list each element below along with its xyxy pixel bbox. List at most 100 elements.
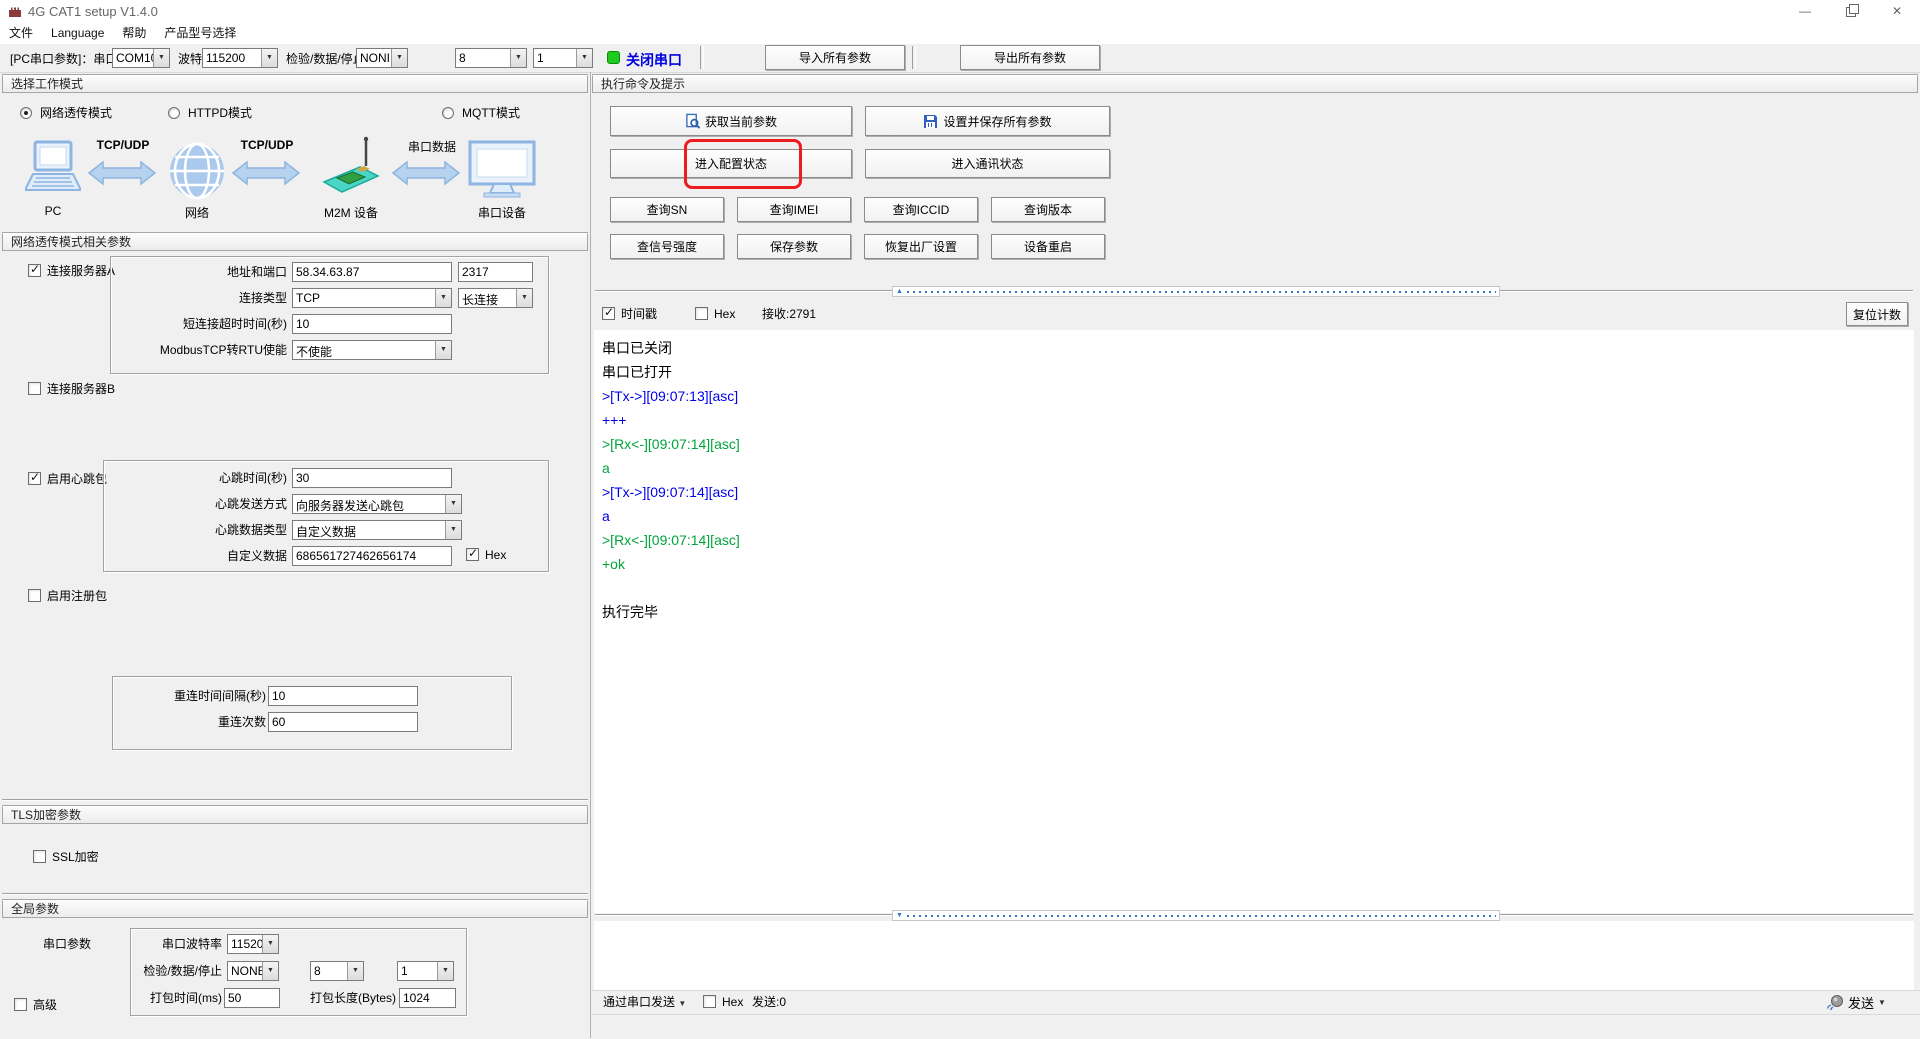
- set-save-params-label: 设置并保存所有参数: [943, 113, 1051, 130]
- stopbits-select[interactable]: 1▼: [533, 48, 593, 68]
- reset-counter-button[interactable]: 复位计数: [1846, 302, 1908, 326]
- modbus-select[interactable]: 不使能▼: [292, 340, 452, 360]
- chevron-down-icon[interactable]: ▼: [347, 962, 363, 980]
- chevron-down-icon[interactable]: ▼: [262, 962, 278, 980]
- chevron-down-icon[interactable]: ▼: [435, 341, 451, 359]
- menu-item[interactable]: 帮助: [122, 22, 146, 44]
- pack-time-input[interactable]: [224, 988, 280, 1008]
- advanced-checkbox[interactable]: [14, 998, 27, 1011]
- server-b-checkbox[interactable]: [28, 382, 41, 395]
- hb-data-type-select[interactable]: 自定义数据▼: [292, 520, 462, 540]
- chevron-down-icon[interactable]: ▼: [391, 49, 407, 67]
- chevron-down-icon[interactable]: ▼: [153, 49, 169, 67]
- query-button-2[interactable]: 查询IMEI: [737, 197, 851, 222]
- radio-httpd[interactable]: [168, 107, 180, 119]
- action-button-2[interactable]: 保存参数: [737, 234, 851, 259]
- baud-select[interactable]: 115200▼: [202, 48, 278, 68]
- g-parity-select[interactable]: NONE▼: [227, 961, 279, 981]
- conn-type-select[interactable]: TCP▼: [292, 288, 452, 308]
- recv-counter: 接收:2791: [762, 304, 816, 324]
- set-save-params-button[interactable]: 设置并保存所有参数: [865, 106, 1110, 136]
- splitter-up-arrow-icon: ▲: [896, 288, 903, 296]
- log-splitter-handle[interactable]: ▲: [892, 286, 1500, 297]
- g-databits-select[interactable]: 8▼: [310, 961, 364, 981]
- command-panel-header: 执行命令及提示: [592, 75, 1918, 93]
- send-hex-checkbox[interactable]: [703, 995, 716, 1008]
- menu-item[interactable]: 产品型号选择: [164, 22, 236, 44]
- hb-send-mode-select[interactable]: 向服务器发送心跳包▼: [292, 494, 462, 514]
- chevron-down-icon[interactable]: ▼: [262, 935, 278, 953]
- chevron-down-icon[interactable]: ▼: [261, 49, 277, 67]
- com-port-select[interactable]: COM10▼: [112, 48, 170, 68]
- import-params-button[interactable]: 导入所有参数: [765, 45, 905, 70]
- server-a-checkbox[interactable]: [28, 264, 41, 277]
- query-button-1[interactable]: 查询SN: [610, 197, 724, 222]
- radio-net-transparent[interactable]: [20, 107, 32, 119]
- g-baud-select[interactable]: 115200▼: [227, 934, 279, 954]
- log-area[interactable]: 串口已关闭串口已打开>[Tx->][09:07:13][asc]+++>[Rx<…: [594, 330, 1914, 913]
- conn-type-label: 连接类型: [115, 288, 287, 308]
- section-groove: [2, 799, 588, 801]
- short-timeout-input[interactable]: [292, 314, 452, 334]
- send-splitter-handle[interactable]: ▼: [892, 910, 1500, 921]
- app-window: 4G CAT1 setup V1.4.0 — ✕ 文件Language帮助产品型…: [0, 0, 1920, 1038]
- tls-header: TLS加密参数: [2, 806, 588, 824]
- hb-hex-checkbox[interactable]: [466, 548, 479, 561]
- chevron-down-icon[interactable]: ▼: [516, 289, 532, 307]
- diagram-node-network: 网络: [168, 204, 226, 221]
- restore-button[interactable]: [1828, 0, 1874, 22]
- send-via-serial-dropdown[interactable]: 通过串口发送 ▼: [603, 992, 686, 1014]
- log-line: a: [602, 456, 1906, 480]
- chevron-down-icon[interactable]: ▼: [435, 289, 451, 307]
- log-line: [602, 576, 1906, 600]
- query-button-3[interactable]: 查询ICCID: [864, 197, 978, 222]
- red-highlight-annotation: [684, 139, 802, 189]
- hb-time-input[interactable]: [292, 468, 452, 488]
- reconnect-interval-input[interactable]: [268, 686, 418, 706]
- timestamp-checkbox[interactable]: [602, 307, 615, 320]
- send-via-serial-label: 通过串口发送: [603, 995, 675, 1009]
- server-addr-input[interactable]: [292, 262, 452, 282]
- export-params-button[interactable]: 导出所有参数: [960, 45, 1100, 70]
- pack-len-input[interactable]: [399, 988, 456, 1008]
- sent-counter: 发送:0: [752, 992, 786, 1012]
- chevron-down-icon[interactable]: ▼: [576, 49, 592, 67]
- query-button-4[interactable]: 查询版本: [991, 197, 1105, 222]
- close-button[interactable]: ✕: [1874, 0, 1920, 22]
- splitter-down-arrow-icon: ▼: [896, 912, 903, 920]
- heartbeat-checkbox[interactable]: [28, 472, 41, 485]
- chevron-down-icon[interactable]: ▼: [445, 521, 461, 539]
- send-button[interactable]: 发送 ▼: [1826, 991, 1886, 1013]
- ssl-label: SSL加密: [52, 847, 99, 867]
- panel-divider: [590, 72, 591, 1038]
- action-button-1[interactable]: 查信号强度: [610, 234, 724, 259]
- diagram-node-m2m: M2M 设备: [318, 204, 384, 221]
- chevron-down-icon[interactable]: ▼: [437, 962, 453, 980]
- get-params-button[interactable]: 获取当前参数: [610, 106, 852, 136]
- close-port-button[interactable]: 关闭串口: [626, 50, 682, 70]
- log-line: 执行完毕: [602, 600, 1906, 624]
- enter-comm-button[interactable]: 进入通讯状态: [865, 149, 1110, 178]
- register-checkbox[interactable]: [28, 589, 41, 602]
- ssl-checkbox[interactable]: [33, 850, 46, 863]
- g-stopbits-select[interactable]: 1▼: [397, 961, 454, 981]
- send-transmit-icon: [1826, 994, 1844, 1011]
- log-hex-checkbox[interactable]: [695, 307, 708, 320]
- action-button-3[interactable]: 恢复出厂设置: [864, 234, 978, 259]
- action-button-4[interactable]: 设备重启: [991, 234, 1105, 259]
- send-input-area[interactable]: [594, 921, 1914, 990]
- conn-mode-select[interactable]: 长连接▼: [458, 288, 533, 308]
- menu-item[interactable]: Language: [51, 22, 104, 44]
- parity-select[interactable]: NONI▼: [356, 48, 408, 68]
- databits-select[interactable]: 8▼: [455, 48, 527, 68]
- menu-item[interactable]: 文件: [9, 22, 33, 44]
- server-port-input[interactable]: [458, 262, 533, 282]
- databits-value: 8: [459, 51, 510, 65]
- chevron-down-icon[interactable]: ▼: [445, 495, 461, 513]
- log-line: +ok: [602, 552, 1906, 576]
- chevron-down-icon[interactable]: ▼: [510, 49, 526, 67]
- reconnect-count-input[interactable]: [268, 712, 418, 732]
- hb-custom-input[interactable]: [292, 546, 452, 566]
- radio-mqtt[interactable]: [442, 107, 454, 119]
- minimize-button[interactable]: —: [1782, 0, 1828, 22]
